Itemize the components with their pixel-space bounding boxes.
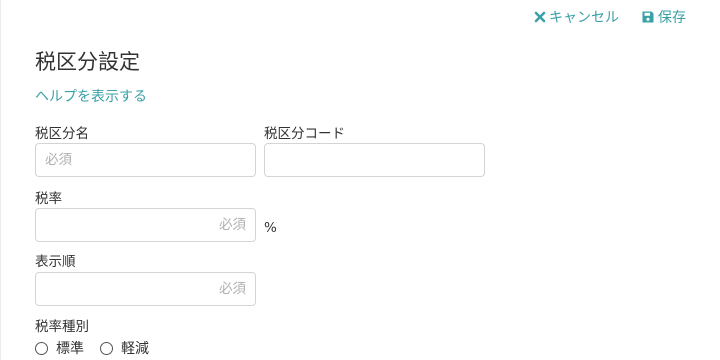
tax-category-name-label: 税区分名 [35,126,89,142]
settings-panel: キャンセル 保存 税区分設定 ヘルプを表示する 税区分名 税区分コード 税率 %… [0,0,720,360]
display-order-input[interactable] [35,272,256,306]
tax-rate-label: 税率 [35,191,62,207]
tax-rate-type-label: 税率種別 [35,319,89,335]
radio-option-standard[interactable]: 標準 [35,338,84,358]
display-order-label: 表示順 [35,254,76,270]
radio-label-standard: 標準 [56,341,84,357]
close-icon [534,11,546,23]
page-title: 税区分設定 [35,50,140,74]
cancel-button[interactable]: キャンセル [534,7,619,27]
radio-option-reduced[interactable]: 軽減 [100,338,149,358]
radio-button-standard[interactable] [35,341,48,355]
save-button[interactable]: 保存 [641,7,686,27]
tax-rate-type-radio-group: 標準 軽減 [35,338,149,358]
help-link[interactable]: ヘルプを表示する [35,86,147,106]
cancel-label: キャンセル [549,10,619,26]
toolbar: キャンセル 保存 [534,7,686,27]
save-label: 保存 [658,10,686,26]
tax-category-code-input[interactable] [264,143,485,177]
tax-rate-input[interactable] [35,208,256,242]
tax-rate-unit: % [264,220,277,236]
radio-button-reduced[interactable] [100,341,113,355]
tax-category-name-input[interactable] [35,143,256,177]
radio-label-reduced: 軽減 [121,341,149,357]
floppy-disk-icon [641,10,655,24]
tax-category-code-label: 税区分コード [264,126,345,142]
